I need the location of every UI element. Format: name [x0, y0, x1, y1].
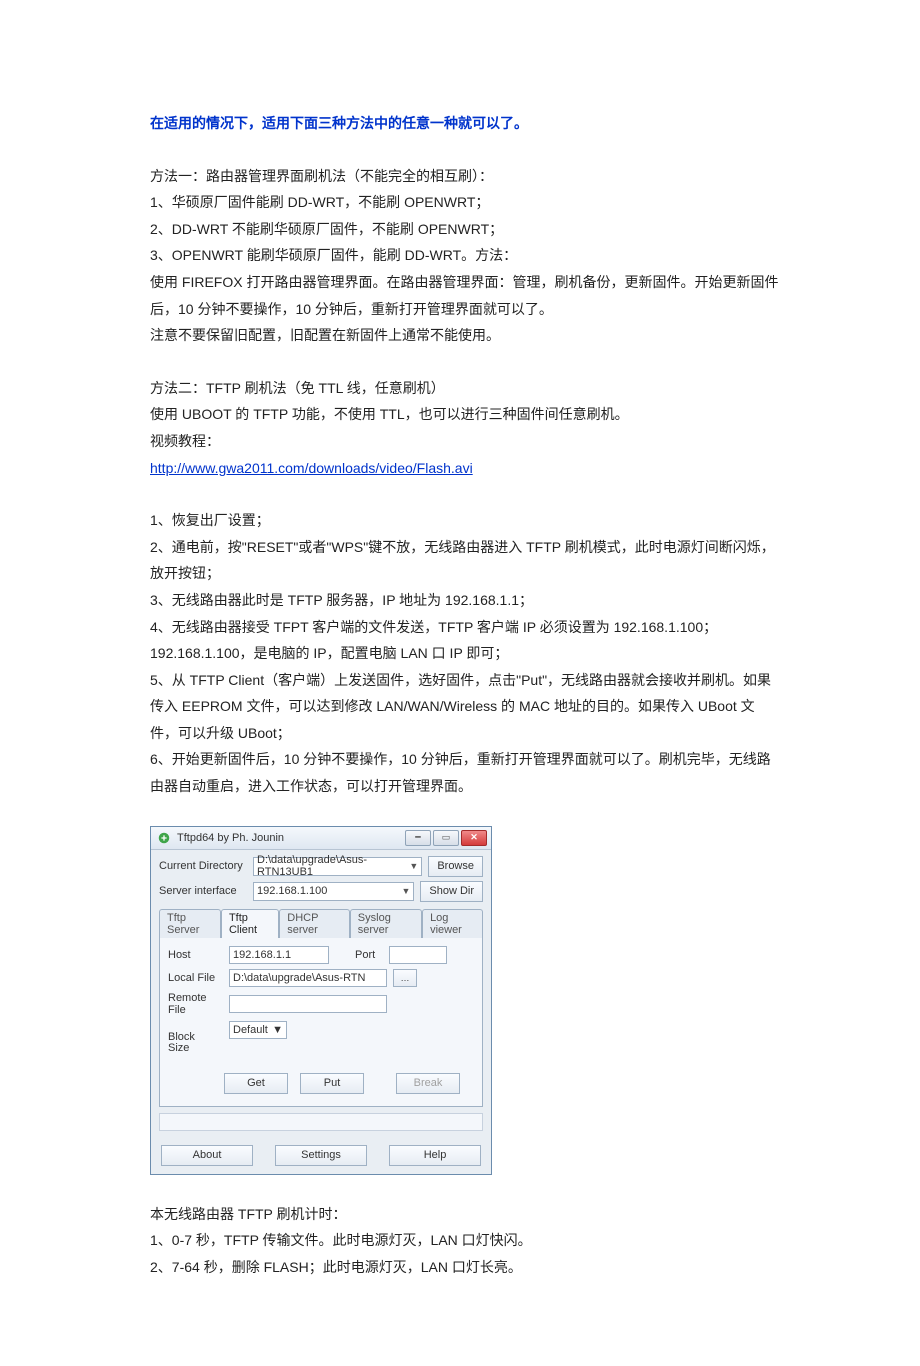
document-title: 在适用的情况下，适用下面三种方法中的任意一种就可以了。 [150, 110, 780, 137]
tab-tftp-server[interactable]: Tftp Server [159, 909, 221, 938]
tftpd64-window: Tftpd64 by Ph. Jounin ━ ▭ ✕ Current Dire… [150, 826, 492, 1175]
close-button[interactable]: ✕ [461, 830, 487, 846]
window-title: Tftpd64 by Ph. Jounin [177, 832, 284, 844]
method-1-item-4: 使用 FIREFOX 打开路由器管理界面。在路由器管理界面：管理，刷机备份，更新… [150, 269, 780, 322]
minimize-button[interactable]: ━ [405, 830, 431, 846]
tftpd64-app-icon [157, 831, 171, 845]
method-2-item-1: 使用 UBOOT 的 TFTP 功能，不使用 TTL，也可以进行三种固件间任意刷… [150, 401, 780, 428]
status-bar [159, 1113, 483, 1131]
method-1-block: 方法一：路由器管理界面刷机法（不能完全的相互刷）： 1、华硕原厂固件能刷 DD-… [150, 163, 780, 349]
method-1-heading: 方法一：路由器管理界面刷机法（不能完全的相互刷）： [150, 163, 780, 190]
method-1-item-3: 3、OPENWRT 能刷华硕原厂固件，能刷 DD-WRT。方法： [150, 242, 780, 269]
browse-button[interactable]: Browse [428, 856, 483, 877]
method-1-item-5: 注意不要保留旧配置，旧配置在新固件上通常不能使用。 [150, 322, 780, 349]
window-titlebar: Tftpd64 by Ph. Jounin ━ ▭ ✕ [151, 827, 491, 850]
put-button[interactable]: Put [300, 1073, 364, 1094]
show-dir-button[interactable]: Show Dir [420, 881, 483, 902]
break-button[interactable]: Break [396, 1073, 460, 1094]
host-label: Host [168, 949, 223, 961]
step-6: 6、开始更新固件后，10 分钟不要操作，10 分钟后，重新打开管理界面就可以了。… [150, 746, 780, 799]
method-2-block: 方法二：TFTP 刷机法（免 TTL 线，任意刷机） 使用 UBOOT 的 TF… [150, 375, 780, 481]
step-3: 3、无线路由器此时是 TFTP 服务器，IP 地址为 192.168.1.1； [150, 587, 780, 614]
block-size-value: Default [233, 1024, 268, 1036]
timing-heading: 本无线路由器 TFTP 刷机计时： [150, 1201, 780, 1228]
chevron-down-icon: ▼ [405, 861, 418, 871]
remote-file-label: Remote File [168, 992, 223, 1016]
server-interface-combo[interactable]: 192.168.1.100 ▼ [253, 882, 414, 901]
port-label: Port [355, 949, 383, 961]
tab-tftp-client[interactable]: Tftp Client [221, 909, 279, 938]
get-button[interactable]: Get [224, 1073, 288, 1094]
tab-syslog-server[interactable]: Syslog server [350, 909, 422, 938]
help-button[interactable]: Help [389, 1145, 481, 1166]
video-tutorial-link[interactable]: http://www.gwa2011.com/downloads/video/F… [150, 460, 473, 476]
block-size-label: Block Size [168, 1032, 223, 1054]
method-2-heading: 方法二：TFTP 刷机法（免 TTL 线，任意刷机） [150, 375, 780, 402]
timing-2: 2、7-64 秒，删除 FLASH；此时电源灯灭，LAN 口灯长亮。 [150, 1254, 780, 1281]
method-1-item-2: 2、DD-WRT 不能刷华硕原厂固件，不能刷 OPENWRT； [150, 216, 780, 243]
about-button[interactable]: About [161, 1145, 253, 1166]
current-directory-combo[interactable]: D:\data\upgrade\Asus-RTN13UB1 ▼ [253, 857, 422, 876]
timing-block: 本无线路由器 TFTP 刷机计时： 1、0-7 秒，TFTP 传输文件。此时电源… [150, 1201, 780, 1281]
steps-block: 1、恢复出厂设置； 2、通电前，按"RESET"或者"WPS"键不放，无线路由器… [150, 507, 780, 800]
chevron-down-icon: ▼ [272, 1024, 283, 1036]
local-file-browse-button[interactable]: … [393, 969, 417, 987]
step-4: 4、无线路由器接受 TFPT 客户端的文件发送，TFTP 客户端 IP 必须设置… [150, 614, 780, 667]
current-directory-label: Current Directory [159, 860, 247, 872]
current-directory-value: D:\data\upgrade\Asus-RTN13UB1 [257, 854, 405, 878]
method-1-item-1: 1、华硕原厂固件能刷 DD-WRT，不能刷 OPENWRT； [150, 189, 780, 216]
tab-log-viewer[interactable]: Log viewer [422, 909, 483, 938]
timing-1: 1、0-7 秒，TFTP 传输文件。此时电源灯灭，LAN 口灯快闪。 [150, 1227, 780, 1254]
step-5: 5、从 TFTP Client（客户端）上发送固件，选好固件，点击"Put"，无… [150, 667, 780, 747]
server-interface-label: Server interface [159, 885, 247, 897]
chevron-down-icon: ▼ [397, 886, 410, 896]
method-2-item-2: 视频教程： [150, 428, 780, 455]
port-input[interactable] [389, 946, 447, 964]
tabstrip: Tftp Server Tftp Client DHCP server Sysl… [151, 904, 491, 937]
local-file-label: Local File [168, 972, 223, 984]
server-interface-value: 192.168.1.100 [257, 885, 327, 897]
host-input[interactable]: 192.168.1.1 [229, 946, 329, 964]
maximize-button[interactable]: ▭ [433, 830, 459, 846]
local-file-input[interactable]: D:\data\upgrade\Asus-RTN [229, 969, 387, 987]
block-size-combo[interactable]: Default ▼ [229, 1021, 287, 1039]
tab-dhcp-server[interactable]: DHCP server [279, 909, 350, 938]
step-1: 1、恢复出厂设置； [150, 507, 780, 534]
step-2: 2、通电前，按"RESET"或者"WPS"键不放，无线路由器进入 TFTP 刷机… [150, 534, 780, 587]
remote-file-input[interactable] [229, 995, 387, 1013]
settings-button[interactable]: Settings [275, 1145, 367, 1166]
tftp-client-panel: Host 192.168.1.1 Port Local File D:\data… [159, 937, 483, 1107]
